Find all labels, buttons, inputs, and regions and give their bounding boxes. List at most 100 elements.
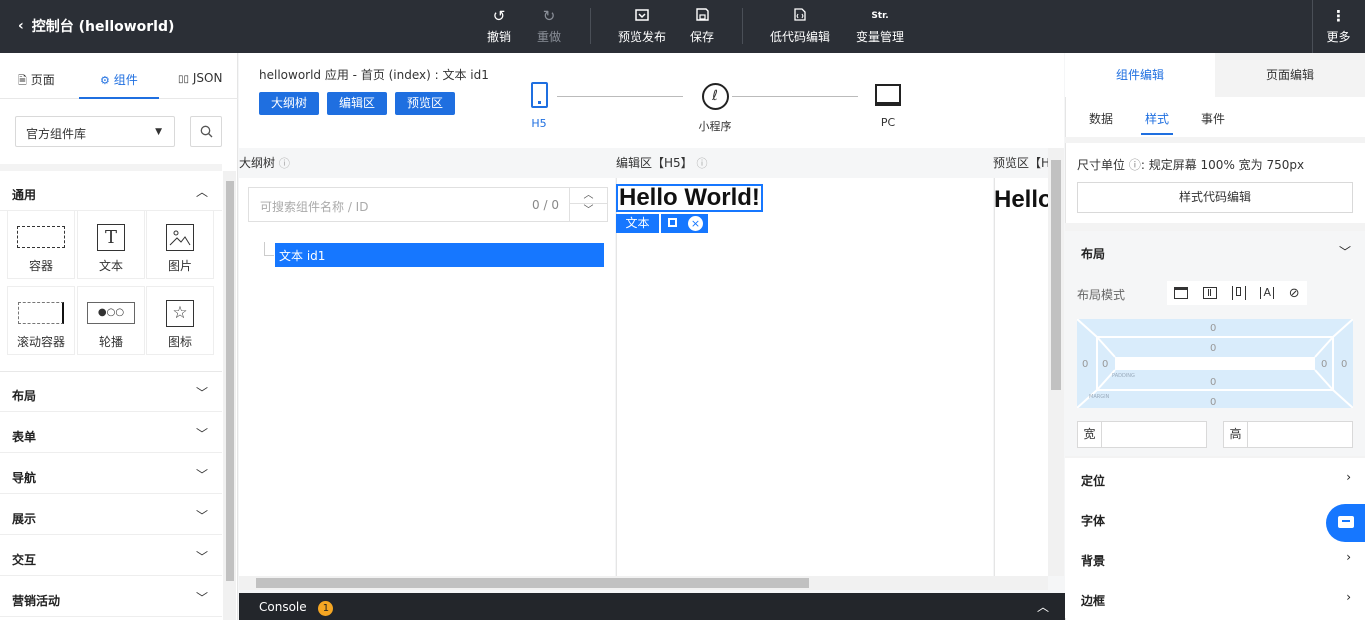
image-icon <box>147 223 213 251</box>
layout-flex-icon[interactable] <box>1203 287 1218 299</box>
chevron-down-icon: ﹀ <box>195 550 208 564</box>
tab-component-edit[interactable]: 组件编辑 <box>1065 53 1215 97</box>
component-container[interactable]: 容器 <box>7 210 75 279</box>
chevron-right-icon: › <box>1346 590 1351 604</box>
app-title: 控制台 (helloworld) <box>31 19 175 35</box>
component-scroll-container[interactable]: 滚动容器 <box>7 286 75 355</box>
section-border[interactable]: 边框 › <box>1065 578 1365 618</box>
section-form[interactable]: 表单 ﹀ <box>0 413 222 453</box>
padding-bottom-value[interactable]: 0 <box>1210 377 1216 388</box>
component-icon[interactable]: ☆ 图标 <box>146 286 214 355</box>
carousel-icon: ●○○ <box>78 299 144 327</box>
library-select[interactable]: 官方组件库 ▼ <box>15 116 175 147</box>
section-background[interactable]: 背景 › <box>1065 538 1365 578</box>
outline-toggle-button[interactable]: 大纲树 <box>259 92 319 115</box>
chat-support-button[interactable] <box>1326 504 1365 542</box>
component-carousel[interactable]: ●○○ 轮播 <box>77 286 145 355</box>
miniprogram-icon: ℓ <box>701 83 729 110</box>
component-search-button[interactable] <box>190 116 222 147</box>
margin-bottom-value[interactable]: 0 <box>1210 397 1216 408</box>
caret-down-icon: ▼ <box>155 127 162 137</box>
redo-button[interactable]: ↻ 重做 <box>521 6 577 45</box>
canvas-text-hello[interactable]: Hello World! <box>616 184 763 212</box>
section-layout[interactable]: 布局 ﹀ <box>0 372 222 412</box>
search-stepper[interactable]: ︿ ﹀ <box>569 188 607 221</box>
preview-publish-button[interactable]: 预览发布 <box>614 6 670 45</box>
section-marketing[interactable]: 营销活动 ﹀ <box>0 577 222 617</box>
preview-toggle-button[interactable]: 预览区 <box>395 92 455 115</box>
tab-components[interactable]: ⚙ 组件 <box>100 71 138 88</box>
device-miniprogram[interactable]: ℓ 小程序 <box>690 83 740 134</box>
chevron-down-icon: ﹀ <box>1338 245 1351 259</box>
section-layout-style[interactable]: 布局 ﹀ <box>1065 231 1365 273</box>
more-button[interactable]: ⋮ 更多 <box>1312 6 1365 45</box>
copy-icon[interactable] <box>668 218 677 227</box>
tab-json[interactable]: ▯▯ JSON <box>178 71 222 85</box>
device-h5[interactable]: H5 <box>524 82 554 130</box>
margin-top-value[interactable]: 0 <box>1210 323 1216 334</box>
component-text[interactable]: T 文本 <box>77 210 145 279</box>
toolbar-divider <box>590 8 591 44</box>
page-icon: 🗎 <box>18 74 27 87</box>
selected-component-tag[interactable]: 文本 <box>616 214 659 233</box>
close-circle-icon[interactable]: × <box>688 216 703 231</box>
outline-node-text-id1[interactable]: 文本 id1 <box>275 243 604 267</box>
component-actions: × <box>661 214 708 233</box>
section-navigation[interactable]: 导航 ﹀ <box>0 454 222 494</box>
book-icon: ▯▯ <box>178 74 190 85</box>
width-field[interactable]: 宽 <box>1077 421 1207 448</box>
section-font[interactable]: 字体 <box>1065 498 1365 538</box>
lowcode-edit-button[interactable]: 低代码编辑 <box>766 6 834 45</box>
left-scrollbar[interactable] <box>223 171 236 620</box>
canvas-vertical-scrollbar[interactable] <box>1048 148 1064 576</box>
padding-label: PADDING <box>1112 373 1135 379</box>
padding-left-value[interactable]: 0 <box>1102 359 1108 370</box>
scrollbar-thumb[interactable] <box>256 578 809 588</box>
chevron-up-icon[interactable]: ︿ <box>570 188 607 204</box>
subtab-style[interactable]: 样式 <box>1145 110 1169 127</box>
text-icon: T <box>78 223 144 251</box>
height-field[interactable]: 高 <box>1223 421 1353 448</box>
divider <box>1065 223 1365 231</box>
preview-pane <box>994 178 1048 576</box>
layout-inline-block-icon[interactable] <box>1231 286 1246 300</box>
info-icon: ⓘ <box>1128 158 1141 172</box>
scrollbar-thumb[interactable] <box>226 181 234 581</box>
editor-toggle-button[interactable]: 编辑区 <box>327 92 387 115</box>
padding-top-value[interactable]: 0 <box>1210 343 1216 354</box>
undo-button[interactable]: ↺ 撤销 <box>471 6 527 45</box>
section-position[interactable]: 定位 › <box>1065 458 1365 498</box>
layout-block-icon[interactable] <box>1174 287 1189 299</box>
margin-left-value[interactable]: 0 <box>1082 359 1088 370</box>
section-interaction[interactable]: 交互 ﹀ <box>0 536 222 576</box>
variable-manage-button[interactable]: Str. 变量管理 <box>852 6 908 45</box>
subtab-data[interactable]: 数据 <box>1089 110 1113 127</box>
tab-page-edit[interactable]: 页面编辑 <box>1215 53 1365 97</box>
eye-slash-icon[interactable]: ⊘ <box>1289 286 1300 301</box>
section-display[interactable]: 展示 ﹀ <box>0 495 222 535</box>
save-button[interactable]: 保存 <box>674 6 730 45</box>
subtab-event[interactable]: 事件 <box>1201 110 1225 127</box>
monitor-icon <box>875 84 901 106</box>
chevron-down-icon: ﹀ <box>195 386 208 400</box>
component-image[interactable]: 图片 <box>146 210 214 279</box>
device-pc[interactable]: PC <box>870 84 906 129</box>
section-general[interactable]: 通用 ︿ <box>0 171 222 211</box>
tab-page[interactable]: 🗎 页面 <box>18 71 55 91</box>
chevron-up-icon: ︿ <box>195 185 208 199</box>
style-code-edit-button[interactable]: 样式代码编辑 <box>1077 182 1353 213</box>
layout-mode-group: A ⊘ <box>1167 281 1307 305</box>
back-button[interactable]: ‹ 控制台 (helloworld) <box>18 16 174 36</box>
mobile-icon <box>530 82 548 108</box>
chevron-up-icon[interactable]: ︿ <box>1037 598 1049 615</box>
layout-inline-icon[interactable]: A <box>1260 287 1274 299</box>
margin-right-value[interactable]: 0 <box>1341 359 1347 370</box>
chevron-down-icon[interactable]: ﹀ <box>570 204 607 220</box>
variable-icon: Str. <box>871 11 889 21</box>
breadcrumb: helloworld 应用 - 首页 (index) : 文本 id1 <box>259 68 489 82</box>
padding-right-value[interactable]: 0 <box>1321 359 1327 370</box>
canvas-horizontal-scrollbar[interactable] <box>239 576 1048 590</box>
scrollbar-thumb[interactable] <box>1051 160 1061 390</box>
outline-search-input[interactable]: 可搜索组件名称 / ID 0 / 0 ︿ ﹀ <box>248 187 608 222</box>
console-bar[interactable]: Console 1 ︿ <box>239 593 1065 620</box>
